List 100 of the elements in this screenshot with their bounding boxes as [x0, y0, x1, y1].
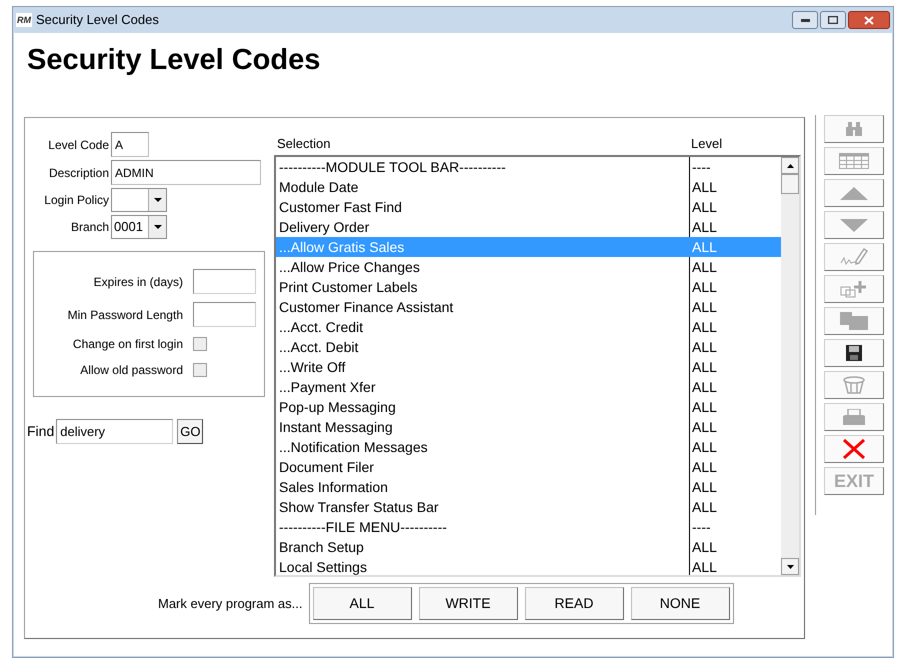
column-header: Selection	[277, 135, 332, 153]
binoculars-icon	[845, 122, 863, 136]
list-row[interactable]: Sales Information ALL	[276, 477, 781, 497]
selection-cell-text: ----------FILE MENU----------	[278, 518, 448, 536]
level-cell-text: ALL	[691, 338, 718, 356]
minimize-icon	[800, 18, 810, 22]
level-cell-text: ALL	[691, 458, 718, 476]
list-row[interactable]: Delivery Order ALL	[276, 217, 781, 237]
list-row[interactable]: ...Acct. Credit ALL	[276, 317, 781, 337]
folder-icon	[840, 312, 868, 330]
selection-cell-text: ...Notification Messages	[278, 438, 429, 457]
close-button[interactable]	[848, 11, 890, 29]
field-label: Description	[48, 164, 109, 182]
selection-cell-text: Document Filer	[278, 458, 375, 476]
dropdown-arrow-icon	[154, 225, 162, 229]
mark-button[interactable]: READ	[524, 587, 624, 620]
selection-cell-text: Customer Finance Assistant	[278, 298, 454, 316]
selection-cell-text: Delivery Order	[278, 218, 370, 237]
list-row[interactable]: ...Notification Messages ALL	[276, 437, 781, 457]
scroll-down-button[interactable]	[781, 558, 799, 575]
text-field[interactable]	[193, 269, 256, 294]
list-row[interactable]: Branch Setup ALL	[276, 537, 781, 557]
selection-cell-text: ...Acct. Debit	[278, 338, 360, 356]
find-label: Find	[27, 422, 54, 441]
scroll-up-button[interactable]	[781, 157, 799, 174]
minimize-button[interactable]	[792, 11, 818, 29]
find-field[interactable]: delivery	[56, 419, 174, 444]
up-arrow-icon	[840, 186, 868, 200]
level-cell-text: ALL	[691, 538, 718, 556]
maximize-button[interactable]	[820, 11, 846, 29]
list-row[interactable]: Print Customer Labels ALL	[276, 277, 781, 297]
list-row[interactable]: Customer Fast Find ALL	[276, 197, 781, 217]
checkbox[interactable]	[193, 337, 207, 351]
selection-cell-text: Sales Information	[278, 478, 389, 496]
list-row[interactable]: ...Allow Price Changes ALL	[276, 257, 781, 277]
restore-icon	[828, 16, 838, 24]
selection-cell-text: ...Allow Gratis Sales	[278, 238, 406, 256]
save-icon	[846, 345, 862, 361]
list-row[interactable]: Local Settings ALL	[276, 557, 781, 575]
level-cell-text: ALL	[691, 418, 718, 436]
level-cell-text: ALL	[691, 378, 718, 396]
down-arrow-icon	[786, 564, 794, 568]
mark-button[interactable]: ALL	[312, 587, 412, 620]
level-cell-text: ALL	[691, 278, 718, 296]
list-row[interactable]: Show Transfer Status Bar ALL	[276, 497, 781, 517]
field-label: Login Policy	[44, 192, 109, 209]
basket-icon	[843, 376, 865, 394]
table-icon	[839, 153, 869, 169]
mark-button[interactable]: WRITE	[418, 587, 518, 620]
text-field[interactable]: ADMIN	[111, 160, 261, 185]
delete-button[interactable]	[824, 435, 884, 463]
list-row[interactable]: Module Date ALL	[276, 177, 781, 197]
go-button[interactable]: GO	[177, 419, 204, 444]
list-row[interactable]: ----------MODULE TOOL BAR---------- ----	[276, 157, 781, 177]
add-document-icon	[840, 280, 868, 298]
checkbox[interactable]	[193, 363, 207, 377]
list-row[interactable]: Customer Finance Assistant ALL	[276, 297, 781, 317]
list-row[interactable]: ...Acct. Debit ALL	[276, 337, 781, 357]
field-label: Allow old password	[80, 362, 183, 379]
selection-cell-text: Module Date	[278, 178, 360, 196]
level-cell-text: ALL	[691, 398, 718, 416]
window-title: Security Level Codes	[36, 11, 159, 30]
level-cell-text: ALL	[691, 558, 718, 575]
scroll-thumb[interactable]	[781, 174, 799, 194]
level-cell-text: ALL	[691, 178, 718, 196]
list-row[interactable]: Instant Messaging ALL	[276, 417, 781, 437]
field-label: Branch	[70, 219, 109, 236]
pen-signature-icon	[840, 247, 868, 267]
down-arrow-icon	[840, 218, 868, 232]
list-row[interactable]: ----------FILE MENU---------- ----	[276, 517, 781, 537]
dropdown-field[interactable]: 0001	[111, 215, 167, 239]
level-cell-text: ALL	[691, 438, 718, 456]
selection-cell-text: Instant Messaging	[278, 418, 394, 437]
list-row[interactable]: Pop-up Messaging ALL	[276, 397, 781, 417]
field-label: Min Password Length	[68, 306, 183, 324]
selection-cell-text: ...Acct. Credit	[278, 318, 364, 336]
level-cell-text: ALL	[691, 198, 718, 216]
close-icon	[864, 16, 874, 24]
column-header: Level	[691, 135, 722, 153]
selection-cell-text: Branch Setup	[278, 538, 365, 557]
level-cell-text: ----	[691, 518, 712, 536]
dropdown-field[interactable]	[111, 188, 167, 212]
dropdown-arrow-icon	[154, 198, 162, 202]
mark-label: Mark every program as...	[158, 594, 302, 613]
level-cell-text: ALL	[691, 358, 718, 376]
save-button[interactable]	[824, 339, 884, 367]
list-row[interactable]: Document Filer ALL	[276, 457, 781, 477]
page-heading: Security Level Codes	[27, 43, 322, 78]
selection-cell-text: Show Transfer Status Bar	[278, 498, 440, 516]
scrollbar[interactable]	[781, 157, 799, 575]
mark-button[interactable]: NONE	[630, 587, 730, 620]
list-row[interactable]: ...Write Off ALL	[276, 357, 781, 377]
selection-cell-text: ...Allow Price Changes	[278, 258, 421, 277]
printer-icon	[843, 409, 865, 425]
level-cell-text: ----	[691, 158, 712, 176]
delete-x-icon	[842, 438, 866, 460]
list-row[interactable]: ...Payment Xfer ALL	[276, 377, 781, 397]
text-field[interactable]	[193, 302, 256, 327]
level-cell-text: ALL	[691, 498, 718, 516]
text-field[interactable]: A	[111, 132, 149, 157]
